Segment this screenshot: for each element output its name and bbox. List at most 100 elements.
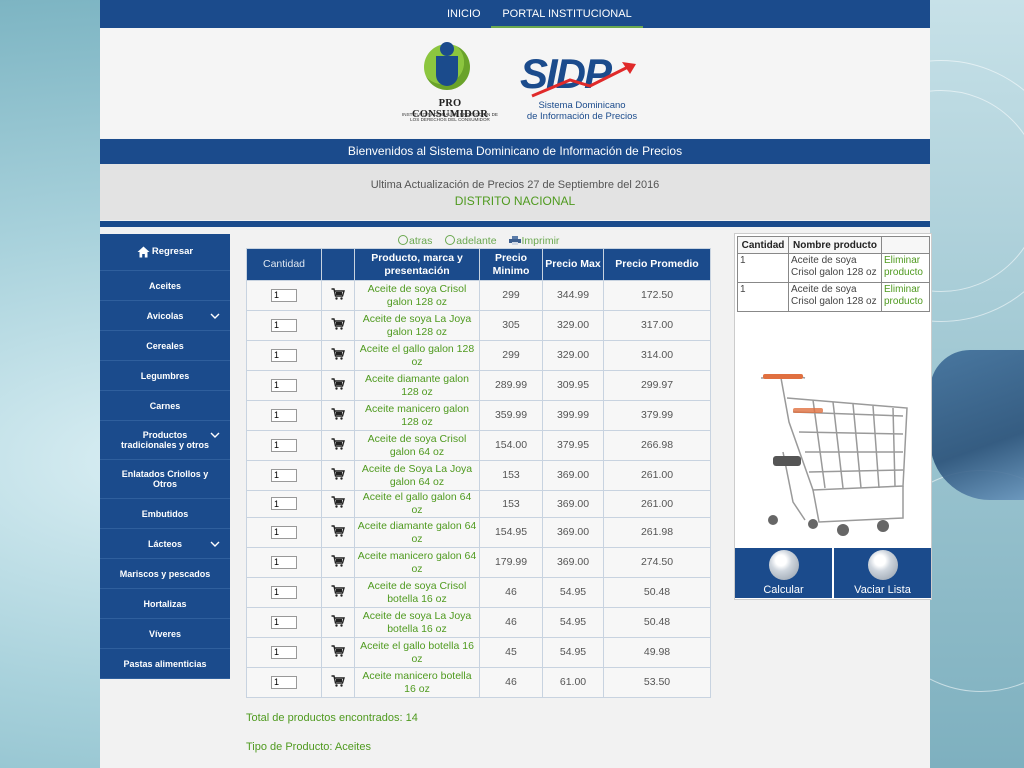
add-to-cart-icon: [331, 347, 345, 360]
product-name-link[interactable]: Aceite diamante galon 64 oz: [354, 517, 480, 548]
quantity-input[interactable]: [271, 408, 297, 422]
add-to-cart-button[interactable]: [321, 340, 355, 371]
add-to-cart-button[interactable]: [321, 637, 355, 668]
sidebar-item-legumbres[interactable]: Legumbres: [100, 361, 230, 391]
qty-cell: [246, 430, 322, 461]
product-name-link[interactable]: Aceite de Soya La Joya galon 64 oz: [354, 460, 480, 491]
min-price-cell: 359.99: [479, 400, 543, 431]
quantity-input[interactable]: [271, 675, 297, 689]
product-name-link[interactable]: Aceite el gallo galon 128 oz: [354, 340, 480, 371]
table-row: Aceite el gallo galon 64 oz153369.00261.…: [246, 490, 711, 518]
product-name-link[interactable]: Aceite de soya Crisol galon 64 oz: [354, 430, 480, 461]
add-to-cart-icon: [331, 377, 345, 390]
table-row: Aceite de soya Crisol botella 16 oz4654.…: [246, 577, 711, 608]
list-header-qty: Cantidad: [737, 236, 789, 254]
table-row: Aceite de soya Crisol galon 64 oz154.003…: [246, 430, 711, 461]
product-name-link[interactable]: Aceite de soya La Joya galon 128 oz: [354, 310, 480, 341]
quantity-input[interactable]: [271, 438, 297, 452]
header-cart: [321, 248, 355, 281]
add-to-cart-button[interactable]: [321, 430, 355, 461]
quantity-input[interactable]: [271, 555, 297, 569]
sidebar-item-carnes[interactable]: Carnes: [100, 391, 230, 421]
quantity-input[interactable]: [271, 497, 297, 511]
qty-cell: [246, 517, 322, 548]
sidebar-item-pastas[interactable]: Pastas alimenticias: [100, 649, 230, 679]
sidebar-item-lacteos[interactable]: Lácteos: [100, 529, 230, 559]
calculate-button[interactable]: Calcular: [735, 548, 832, 598]
avg-price-cell: 50.48: [603, 607, 711, 638]
forward-link[interactable]: adelante: [445, 235, 497, 247]
product-name-link[interactable]: Aceite de soya La Joya botella 16 oz: [354, 607, 480, 638]
quantity-input[interactable]: [271, 615, 297, 629]
table-row: Aceite manicero galon 64 oz179.99369.002…: [246, 547, 711, 578]
back-link[interactable]: atras: [398, 235, 432, 247]
chevron-down-icon: [210, 432, 220, 438]
min-price-cell: 154.00: [479, 430, 543, 461]
nav-portal-link[interactable]: PORTAL INSTITUCIONAL: [491, 0, 643, 29]
add-to-cart-button[interactable]: [321, 607, 355, 638]
quantity-input[interactable]: [271, 288, 297, 302]
quantity-input[interactable]: [271, 525, 297, 539]
sidebar-item-viveres[interactable]: Víveres: [100, 619, 230, 649]
table-row: Aceite diamante galon 64 oz154.95369.002…: [246, 517, 711, 548]
avg-price-cell: 314.00: [603, 340, 711, 371]
sidebar-item-hortalizas[interactable]: Hortalizas: [100, 589, 230, 619]
qty-cell: [246, 280, 322, 311]
background-right: [930, 0, 1024, 768]
shopping-list-panel: Cantidad Nombre producto 1 Aceite de soya…: [734, 233, 932, 600]
sidebar-item-embutidos[interactable]: Embutidos: [100, 499, 230, 529]
category-sidebar: Regresar Aceites Avicolas Cereales Legum…: [100, 234, 230, 679]
quantity-input[interactable]: [271, 348, 297, 362]
product-name-link[interactable]: Aceite de soya Crisol galon 128 oz: [354, 280, 480, 311]
product-name-link[interactable]: Aceite de soya Crisol botella 16 oz: [354, 577, 480, 608]
sidebar-item-enlatados[interactable]: Enlatados Criollos y Otros: [100, 460, 230, 499]
add-to-cart-icon: [331, 674, 345, 687]
clear-list-button[interactable]: Vaciar Lista: [834, 548, 931, 598]
product-name-link[interactable]: Aceite manicero galon 64 oz: [354, 547, 480, 578]
sidebar-item-aceites[interactable]: Aceites: [100, 271, 230, 301]
add-to-cart-button[interactable]: [321, 310, 355, 341]
add-to-cart-button[interactable]: [321, 577, 355, 608]
product-name-link[interactable]: Aceite manicero botella 16 oz: [354, 667, 480, 698]
qty-cell: [246, 370, 322, 401]
add-to-cart-button[interactable]: [321, 490, 355, 518]
remove-product-link[interactable]: Eliminar producto: [881, 253, 930, 283]
add-to-cart-button[interactable]: [321, 547, 355, 578]
add-to-cart-button[interactable]: [321, 667, 355, 698]
sidebar-item-regresar[interactable]: Regresar: [100, 234, 230, 271]
quantity-input[interactable]: [271, 318, 297, 332]
add-to-cart-button[interactable]: [321, 370, 355, 401]
product-type-text: Tipo de Producto: Aceites: [246, 741, 371, 753]
sidebar-item-avicolas[interactable]: Avicolas: [100, 301, 230, 331]
product-name-link[interactable]: Aceite el gallo botella 16 oz: [354, 637, 480, 668]
product-name-link[interactable]: Aceite el gallo galon 64 oz: [354, 490, 480, 518]
product-name-link[interactable]: Aceite manicero galon 128 oz: [354, 400, 480, 431]
add-to-cart-button[interactable]: [321, 517, 355, 548]
nav-home-link[interactable]: INICIO: [447, 0, 481, 28]
max-price-cell: 369.00: [542, 547, 604, 578]
quantity-input[interactable]: [271, 468, 297, 482]
sidebar-item-mariscos[interactable]: Mariscos y pescados: [100, 559, 230, 589]
quantity-input[interactable]: [271, 645, 297, 659]
table-header-row: Cantidad Producto, marca y presentación …: [246, 248, 711, 281]
table-toolbar: atras adelante Imprimir: [398, 235, 569, 247]
sidp-subtitle: Sistema Dominicano de Información de Pre…: [526, 100, 638, 122]
print-link[interactable]: Imprimir: [509, 235, 559, 247]
quantity-input[interactable]: [271, 585, 297, 599]
sidebar-item-cereales[interactable]: Cereales: [100, 331, 230, 361]
table-row: Aceite de soya La Joya botella 16 oz4654…: [246, 607, 711, 638]
sidebar-item-productos-tradicionales[interactable]: Productos tradicionales y otros: [100, 421, 230, 460]
remove-product-link[interactable]: Eliminar producto: [881, 282, 930, 312]
avg-price-cell: 261.00: [603, 490, 711, 518]
max-price-cell: 369.00: [542, 490, 604, 518]
add-to-cart-button[interactable]: [321, 280, 355, 311]
qty-cell: [246, 547, 322, 578]
add-to-cart-button[interactable]: [321, 400, 355, 431]
list-header-name: Nombre producto: [788, 236, 882, 254]
product-name-link[interactable]: Aceite diamante galon 128 oz: [354, 370, 480, 401]
table-row: Aceite de soya Crisol galon 128 oz299344…: [246, 280, 711, 311]
sidebar-item-label: Regresar: [151, 246, 194, 257]
avg-price-cell: 53.50: [603, 667, 711, 698]
quantity-input[interactable]: [271, 378, 297, 392]
add-to-cart-button[interactable]: [321, 460, 355, 491]
